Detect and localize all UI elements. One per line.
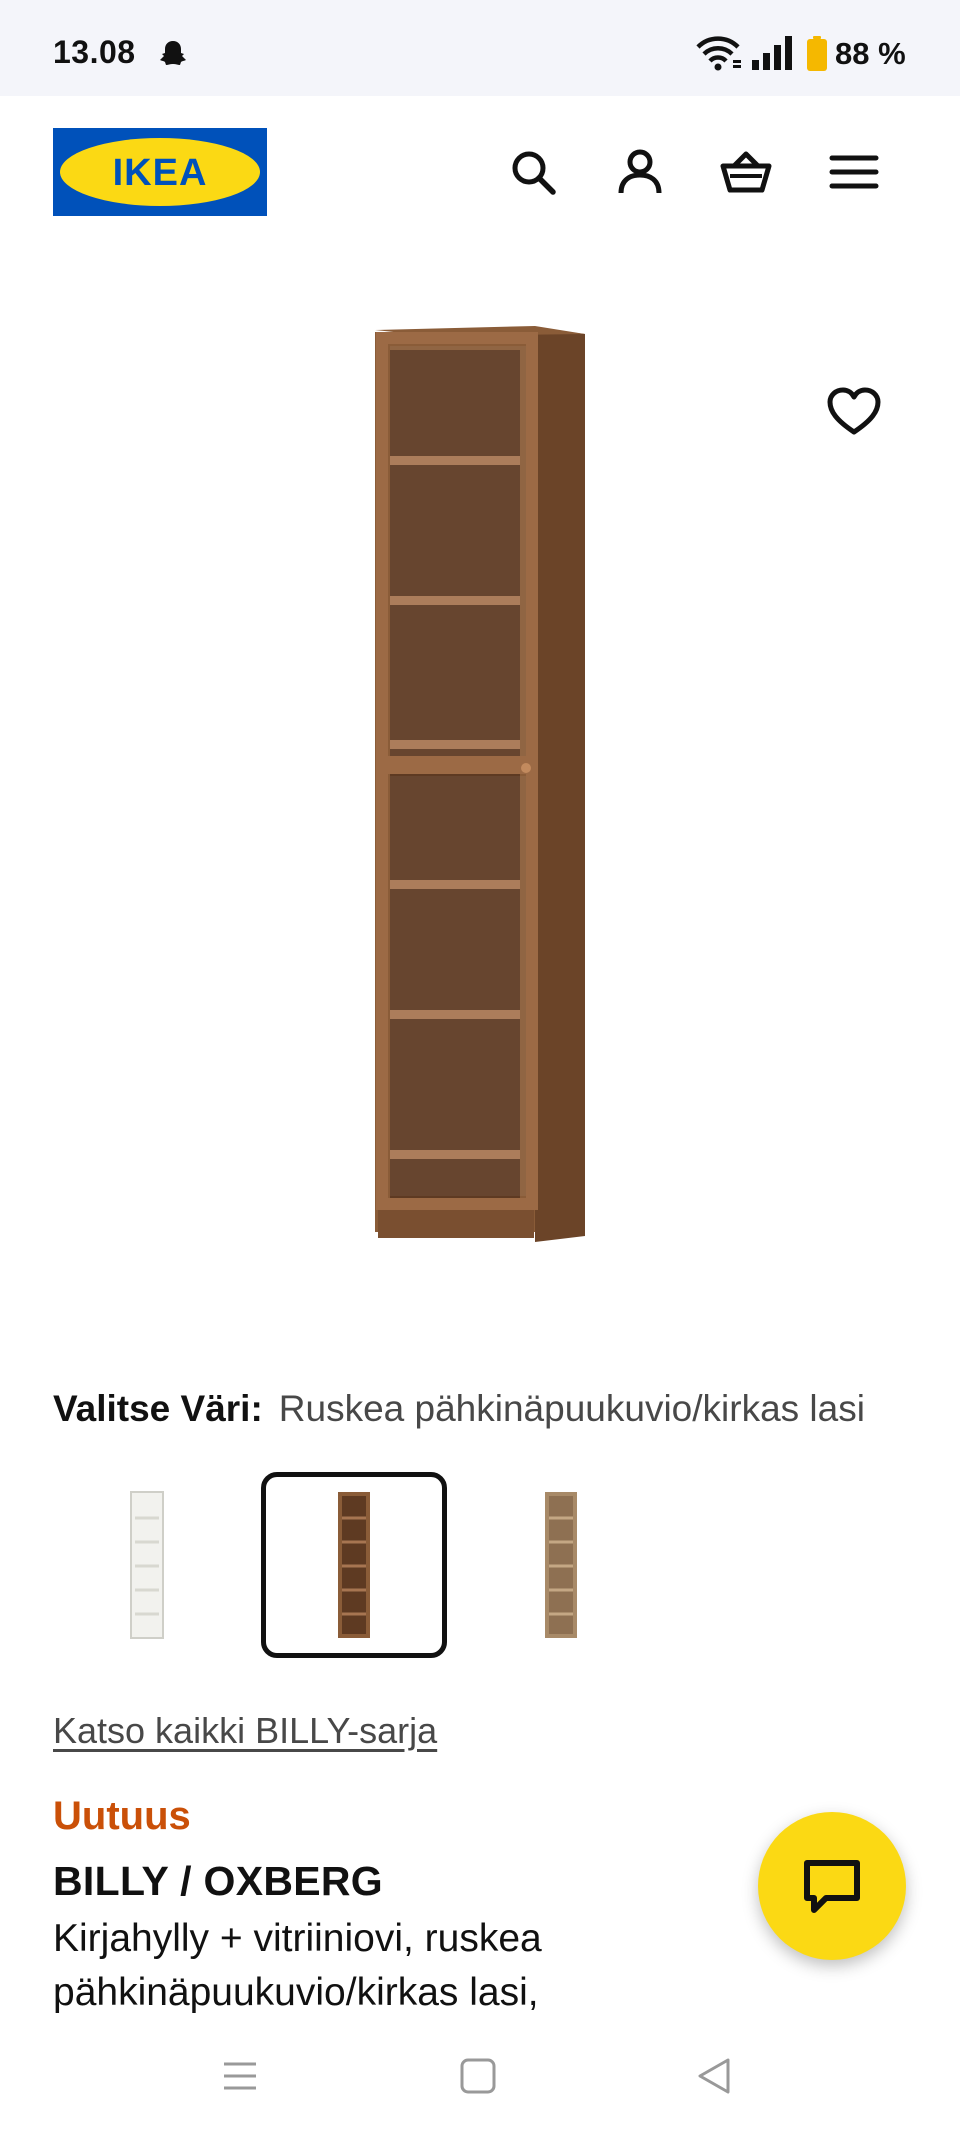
menu-icon[interactable]	[828, 146, 880, 198]
ikea-logo[interactable]: IKEA	[53, 128, 267, 216]
color-selector: Valitse Väri: Ruskea pähkinäpuukuvio/kirk…	[53, 1388, 909, 1430]
status-bar: 13.08 88 %	[0, 0, 960, 96]
chat-icon	[804, 1860, 860, 1913]
user-icon[interactable]	[614, 146, 666, 198]
logo-text: IKEA	[113, 152, 208, 194]
product-description: Kirjahylly + vitriiniovi, ruskea pähkinä…	[53, 1917, 542, 2014]
battery-percent: 88 %	[835, 36, 906, 71]
home-icon[interactable]	[454, 2052, 502, 2100]
recent-apps-icon[interactable]	[216, 2052, 264, 2100]
color-label: Valitse Väri:	[53, 1388, 263, 1429]
wifi-icon	[694, 34, 742, 72]
swatch-oak[interactable]	[468, 1472, 654, 1658]
battery-icon	[806, 36, 828, 72]
series-link[interactable]: Katso kaikki BILLY-sarja	[53, 1710, 437, 1752]
status-time: 13.08	[53, 34, 136, 70]
favorite-heart-icon[interactable]	[826, 386, 882, 438]
back-icon[interactable]	[690, 2052, 738, 2100]
product-name: BILLY / OXBERG	[53, 1858, 383, 1904]
product-image[interactable]	[360, 320, 600, 1250]
signal-icon	[750, 34, 794, 72]
basket-icon[interactable]	[720, 146, 772, 198]
new-badge: Uutuus	[53, 1794, 191, 1838]
system-nav-bar	[0, 2022, 960, 2133]
swatch-brown-walnut[interactable]	[261, 1472, 447, 1658]
snapchat-ghost-icon	[156, 38, 190, 72]
color-value: Ruskea pähkinäpuukuvio/kirkas lasi	[278, 1388, 865, 1429]
swatch-white[interactable]	[54, 1472, 240, 1658]
chat-button[interactable]	[758, 1812, 906, 1960]
search-icon[interactable]	[507, 146, 559, 198]
